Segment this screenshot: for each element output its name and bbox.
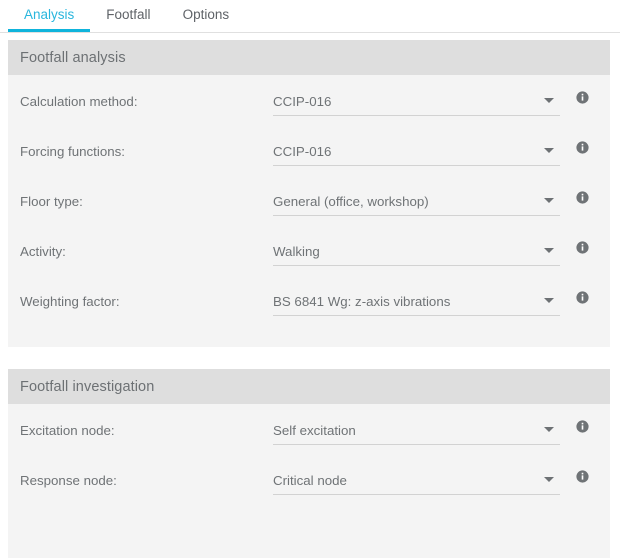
dropdown-weighting-factor-value: BS 6841 Wg: z-axis vibrations bbox=[273, 294, 476, 309]
info-icon bbox=[576, 241, 589, 254]
dropdown-forcing-functions-value: CCIP-016 bbox=[273, 144, 357, 159]
label-weighting-factor: Weighting factor: bbox=[20, 287, 273, 309]
tab-analysis-label: Analysis bbox=[24, 7, 74, 22]
dropdown-response-node[interactable]: Critical node bbox=[273, 466, 560, 495]
chevron-down-icon[interactable] bbox=[544, 198, 554, 203]
form-row-excitation-node: Excitation node: Self excitation bbox=[8, 416, 610, 466]
panel-title: Footfall analysis bbox=[20, 50, 126, 66]
tab-footfall[interactable]: Footfall bbox=[90, 0, 166, 32]
label-calculation-method: Calculation method: bbox=[20, 87, 273, 109]
info-button-weighting-factor[interactable] bbox=[560, 287, 589, 304]
info-button-response-node[interactable] bbox=[560, 466, 589, 483]
dropdown-response-node-value: Critical node bbox=[273, 473, 373, 488]
panel-footfall-investigation: Footfall investigation Excitation node: … bbox=[8, 369, 610, 558]
label-response-node: Response node: bbox=[20, 466, 273, 488]
info-button-activity[interactable] bbox=[560, 237, 589, 254]
dropdown-calculation-method[interactable]: CCIP-016 bbox=[273, 87, 560, 116]
chevron-down-icon[interactable] bbox=[544, 248, 554, 253]
panel-header-footfall-investigation: Footfall investigation bbox=[8, 369, 610, 404]
chevron-down-icon[interactable] bbox=[544, 477, 554, 482]
info-icon bbox=[576, 141, 589, 154]
info-icon bbox=[576, 91, 589, 104]
info-button-floor-type[interactable] bbox=[560, 187, 589, 204]
tab-analysis[interactable]: Analysis bbox=[8, 0, 90, 32]
info-icon bbox=[576, 470, 589, 483]
info-icon bbox=[576, 291, 589, 304]
tab-bar: Analysis Footfall Options bbox=[0, 0, 620, 33]
panel-body-footfall-investigation: Excitation node: Self excitation Respons… bbox=[8, 404, 610, 558]
chevron-down-icon[interactable] bbox=[544, 298, 554, 303]
info-icon bbox=[576, 420, 589, 433]
chevron-down-icon[interactable] bbox=[544, 427, 554, 432]
info-icon bbox=[576, 191, 589, 204]
dropdown-floor-type-value: General (office, workshop) bbox=[273, 194, 455, 209]
label-floor-type: Floor type: bbox=[20, 187, 273, 209]
chevron-down-icon[interactable] bbox=[544, 98, 554, 103]
info-button-forcing-functions[interactable] bbox=[560, 137, 589, 154]
form-row-response-node: Response node: Critical node bbox=[8, 466, 610, 516]
label-excitation-node: Excitation node: bbox=[20, 416, 273, 438]
tab-options[interactable]: Options bbox=[167, 0, 246, 32]
dropdown-weighting-factor[interactable]: BS 6841 Wg: z-axis vibrations bbox=[273, 287, 560, 316]
info-button-calculation-method[interactable] bbox=[560, 87, 589, 104]
panel-body-footfall-analysis: Calculation method: CCIP-016 Forcing fun… bbox=[8, 75, 610, 347]
form-row-activity: Activity: Walking bbox=[8, 237, 610, 287]
panel-header-footfall-analysis: Footfall analysis bbox=[8, 40, 610, 75]
form-row-forcing-functions: Forcing functions: CCIP-016 bbox=[8, 137, 610, 187]
panel-title: Footfall investigation bbox=[20, 379, 154, 395]
label-activity: Activity: bbox=[20, 237, 273, 259]
form-row-weighting-factor: Weighting factor: BS 6841 Wg: z-axis vib… bbox=[8, 287, 610, 337]
form-row-calculation-method: Calculation method: CCIP-016 bbox=[8, 87, 610, 137]
dropdown-excitation-node-value: Self excitation bbox=[273, 423, 382, 438]
dropdown-calculation-method-value: CCIP-016 bbox=[273, 94, 357, 109]
panel-footfall-analysis: Footfall analysis Calculation method: CC… bbox=[8, 40, 610, 347]
dropdown-floor-type[interactable]: General (office, workshop) bbox=[273, 187, 560, 216]
tab-options-label: Options bbox=[183, 7, 230, 22]
dropdown-activity[interactable]: Walking bbox=[273, 237, 560, 266]
form-row-floor-type: Floor type: General (office, workshop) bbox=[8, 187, 610, 237]
dropdown-forcing-functions[interactable]: CCIP-016 bbox=[273, 137, 560, 166]
tab-footfall-label: Footfall bbox=[106, 7, 150, 22]
label-forcing-functions: Forcing functions: bbox=[20, 137, 273, 159]
info-button-excitation-node[interactable] bbox=[560, 416, 589, 433]
chevron-down-icon[interactable] bbox=[544, 148, 554, 153]
dropdown-activity-value: Walking bbox=[273, 244, 346, 259]
dropdown-excitation-node[interactable]: Self excitation bbox=[273, 416, 560, 445]
